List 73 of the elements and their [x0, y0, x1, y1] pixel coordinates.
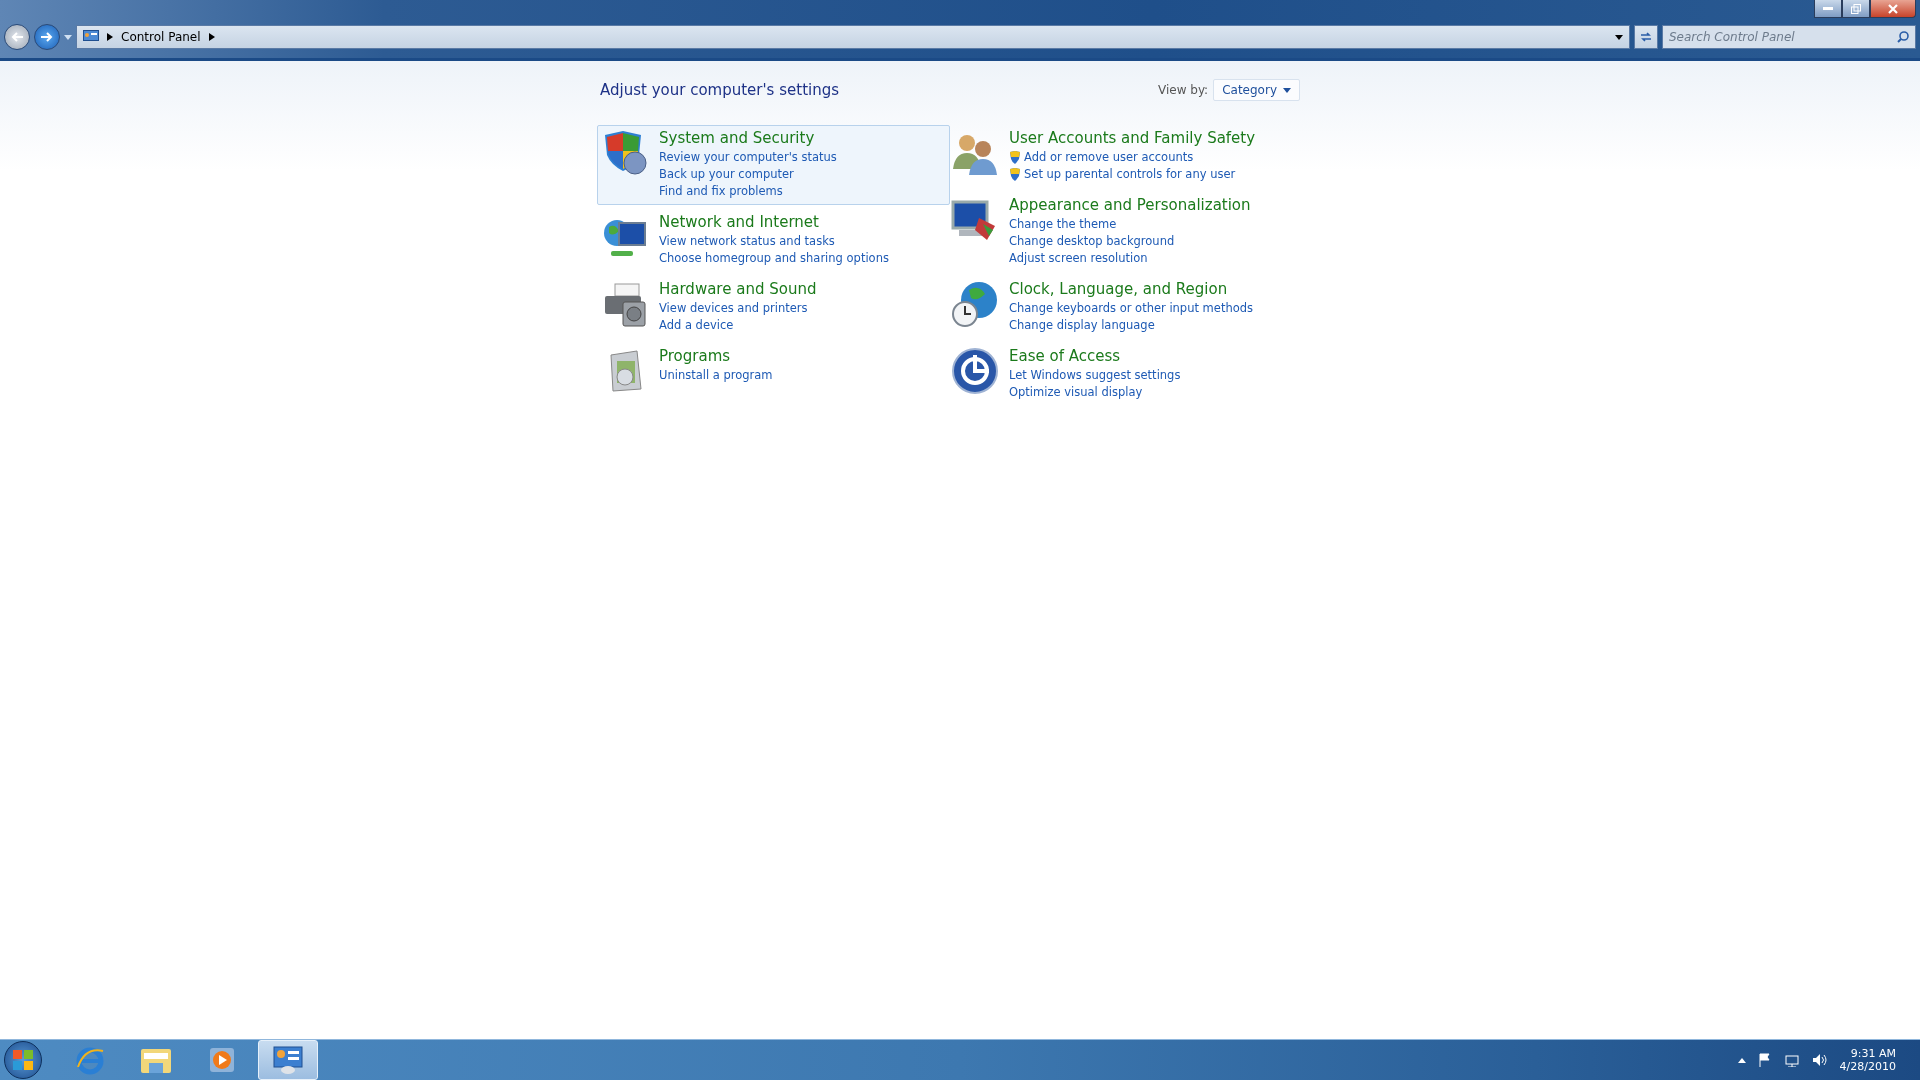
address-field[interactable]: Control Panel	[76, 25, 1630, 49]
restore-button[interactable]	[1842, 0, 1870, 18]
page-heading: Adjust your computer's settings	[600, 81, 840, 99]
task-link[interactable]: Choose homegroup and sharing options	[659, 251, 889, 265]
taskbar-app-button[interactable]	[258, 1040, 318, 1080]
globe-clock-icon	[951, 280, 999, 328]
task-link[interactable]: Add a device	[659, 318, 734, 332]
clock-date: 4/28/2010	[1839, 1060, 1896, 1073]
windows-flag-icon	[13, 1050, 33, 1070]
control-panel-icon	[273, 1046, 303, 1074]
close-icon	[1888, 3, 1898, 14]
task-link[interactable]: Set up parental controls for any user	[1024, 167, 1236, 181]
minimize-button[interactable]	[1814, 0, 1842, 18]
task-link[interactable]: View devices and printers	[659, 301, 808, 315]
clock-time: 9:31 AM	[1850, 1047, 1896, 1060]
category-link[interactable]: Appearance and Personalization	[1009, 196, 1251, 214]
play-icon	[208, 1046, 236, 1074]
forward-button[interactable]	[34, 24, 60, 50]
category-panel[interactable]: System and Security Review your computer's status Back up your computer Find and fix problems	[597, 125, 950, 205]
task-link[interactable]: Optimize visual display	[1009, 385, 1143, 399]
browser-e-icon	[75, 1045, 105, 1075]
task-link[interactable]: Add or remove user accounts	[1024, 150, 1194, 164]
minimize-icon	[1823, 7, 1833, 10]
task-link[interactable]: Change desktop background	[1009, 234, 1175, 248]
task-link[interactable]: Find and fix problems	[659, 184, 783, 198]
breadcrumb-item[interactable]: Control Panel	[121, 30, 201, 44]
category-panel[interactable]: User Accounts and Family Safety Add or remove user accounts Set up parental controls for any user	[947, 125, 1300, 188]
control-panel-icon	[83, 30, 99, 44]
task-link[interactable]: Change display language	[1009, 318, 1155, 332]
category-panel[interactable]: Appearance and Personalization Change the theme Change desktop background Adjust screen resolution	[947, 192, 1300, 272]
caret-icon	[1283, 87, 1291, 93]
start-button[interactable]	[4, 1041, 42, 1079]
category-panel[interactable]: Programs Uninstall a program	[597, 343, 950, 402]
search-icon	[1897, 31, 1909, 43]
category-link[interactable]: Hardware and Sound	[659, 280, 817, 298]
category-link[interactable]: System and Security	[659, 129, 815, 147]
task-link[interactable]: Uninstall a program	[659, 368, 773, 382]
forward-arrow-icon	[41, 32, 53, 42]
ease-of-access-icon	[951, 347, 999, 395]
category-link[interactable]: User Accounts and Family Safety	[1009, 129, 1256, 147]
back-arrow-icon	[11, 32, 23, 42]
restore-icon	[1851, 3, 1861, 14]
task-link[interactable]: Review your computer's status	[659, 150, 837, 164]
view-by-dropdown[interactable]: Category	[1213, 79, 1300, 101]
back-button[interactable]	[4, 24, 30, 50]
flag-icon[interactable]	[1757, 1053, 1772, 1067]
category-panel[interactable]: Clock, Language, and Region Change keyboards or other input methods Change display language	[947, 276, 1300, 339]
category-panel[interactable]: Ease of Access Let Windows suggest settings Optimize visual display	[947, 343, 1300, 406]
close-button[interactable]	[1870, 0, 1916, 18]
category-link[interactable]: Programs	[659, 347, 731, 365]
speaker-icon[interactable]	[1811, 1053, 1828, 1067]
refresh-button[interactable]	[1634, 25, 1658, 49]
category-link[interactable]: Network and Internet	[659, 213, 819, 231]
category-link[interactable]: Clock, Language, and Region	[1009, 280, 1228, 298]
clock[interactable]: 9:31 AM 4/28/2010	[1839, 1047, 1896, 1073]
category-panel[interactable]: Hardware and Sound View devices and printers Add a device	[597, 276, 950, 339]
folder-icon	[140, 1046, 172, 1074]
network-icon[interactable]	[1783, 1053, 1800, 1067]
refresh-icon	[1639, 31, 1653, 43]
task-link[interactable]: Change the theme	[1009, 217, 1117, 231]
task-link[interactable]: Let Windows suggest settings	[1009, 368, 1181, 382]
show-hidden-icons-icon[interactable]	[1737, 1057, 1746, 1063]
history-dropdown-icon	[64, 34, 72, 40]
task-link[interactable]: View network status and tasks	[659, 234, 835, 248]
task-link[interactable]: Adjust screen resolution	[1009, 251, 1148, 265]
breadcrumb-arrow-icon	[107, 33, 113, 41]
breadcrumb-arrow-icon	[208, 33, 215, 41]
task-link[interactable]: Change keyboards or other input methods	[1009, 301, 1254, 315]
category-link[interactable]: Ease of Access	[1009, 347, 1121, 365]
task-link[interactable]: Back up your computer	[659, 167, 794, 181]
category-panel[interactable]: Network and Internet View network status and tasks Choose homegroup and sharing options	[597, 209, 950, 272]
dropdown-icon	[1615, 34, 1623, 40]
view-by-label: View by:	[1158, 83, 1209, 97]
